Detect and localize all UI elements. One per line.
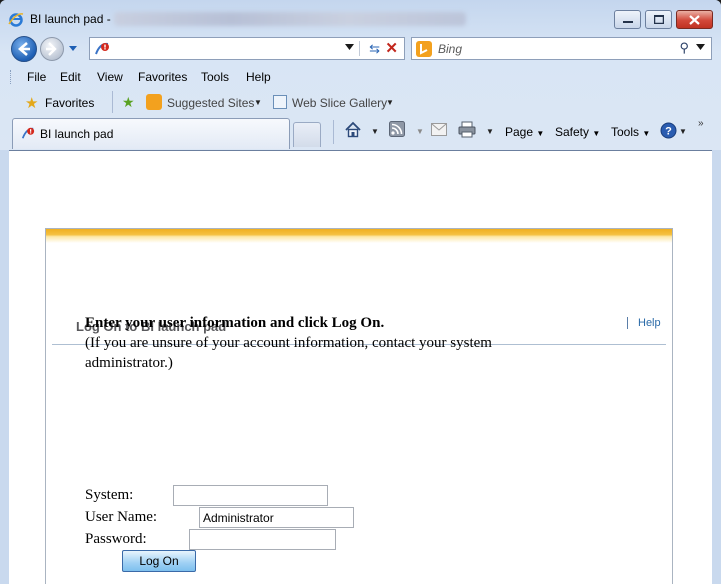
menu-view[interactable]: View xyxy=(97,70,123,84)
search-options-dropdown-icon[interactable] xyxy=(696,44,705,50)
window-title: BI launch pad - xyxy=(30,12,111,26)
instruction-note: (If you are unsure of your account infor… xyxy=(85,335,492,371)
logon-instructions: Enter your user information and click Lo… xyxy=(85,313,525,373)
title-bar: BI launch pad - xyxy=(0,0,721,36)
search-placeholder[interactable]: Bing xyxy=(438,42,462,56)
favorites-separator xyxy=(112,91,113,113)
refresh-icon[interactable]: ⇆ xyxy=(369,41,380,57)
minimize-icon xyxy=(622,20,633,23)
username-input[interactable]: Administrator xyxy=(199,507,354,528)
maximize-button[interactable] xyxy=(645,10,672,29)
suggested-sites-link[interactable]: Suggested Sites xyxy=(167,96,254,110)
menu-edit[interactable]: Edit xyxy=(60,70,81,84)
help-dropdown-icon[interactable]: ▼ xyxy=(679,127,687,136)
add-to-favorites-icon[interactable]: ★ xyxy=(122,94,135,111)
web-slice-dropdown-icon[interactable]: ▼ xyxy=(386,98,394,107)
minimize-button[interactable] xyxy=(614,10,641,29)
more-commands-chevron-icon[interactable]: » xyxy=(698,118,704,129)
menu-file[interactable]: File xyxy=(27,70,46,84)
search-box[interactable]: Bing ⚲ xyxy=(411,37,712,60)
help-icon[interactable]: ? xyxy=(660,122,677,139)
logon-button[interactable]: Log On xyxy=(122,550,196,572)
username-label: User Name: xyxy=(85,509,158,525)
favorites-bar: ★ Favorites ★ Suggested Sites ▼ Web Slic… xyxy=(8,89,712,115)
page-viewport: Log On to BI launch pad Help Enter your … xyxy=(9,150,712,584)
header-band xyxy=(46,229,672,243)
address-dropdown-icon[interactable] xyxy=(345,44,354,50)
menu-grip xyxy=(10,70,13,84)
new-tab-button[interactable] xyxy=(293,122,321,147)
internet-explorer-icon xyxy=(8,13,24,27)
forward-button[interactable] xyxy=(40,37,64,61)
help-link[interactable]: Help xyxy=(627,317,661,329)
command-bar-separator xyxy=(333,120,334,144)
favorites-star-icon[interactable]: ★ xyxy=(25,94,38,112)
page-error-icon xyxy=(95,42,109,55)
web-slice-icon[interactable] xyxy=(273,95,287,109)
print-icon[interactable] xyxy=(458,121,476,138)
tab-bi-launch-pad[interactable]: BI launch pad xyxy=(12,118,290,149)
maximize-icon xyxy=(653,15,664,24)
page-menu-label: Page xyxy=(505,125,534,139)
tools-menu-label: Tools xyxy=(611,125,640,139)
close-icon xyxy=(689,14,700,25)
address-separator xyxy=(359,41,360,56)
svg-text:?: ? xyxy=(665,126,672,138)
menu-help[interactable]: Help xyxy=(246,70,271,84)
back-button[interactable] xyxy=(11,36,37,62)
stop-icon[interactable]: ✕ xyxy=(385,39,398,57)
redacted-title xyxy=(114,12,466,26)
tab-row: BI launch pad ▼ ▼ ▼ Page ▼ Safety ▼ Tool… xyxy=(0,117,721,149)
tab-label: BI launch pad xyxy=(40,127,114,141)
password-input[interactable] xyxy=(189,529,336,550)
search-icon[interactable]: ⚲ xyxy=(679,40,689,56)
suggested-sites-icon[interactable] xyxy=(146,94,162,110)
suggested-sites-dropdown-icon[interactable]: ▼ xyxy=(254,98,262,107)
print-dropdown-icon[interactable]: ▼ xyxy=(486,127,494,136)
system-input[interactable] xyxy=(173,485,328,506)
home-dropdown-icon[interactable]: ▼ xyxy=(371,127,379,136)
menu-tools[interactable]: Tools xyxy=(201,70,229,84)
forward-arrow-icon xyxy=(46,42,57,56)
address-bar[interactable]: ⇆ ✕ xyxy=(89,37,405,60)
back-arrow-icon xyxy=(18,42,30,56)
browser-window: BI launch pad - ⇆ ✕ Bing ⚲ File Edit Vie… xyxy=(0,0,721,584)
menu-bar: File Edit View Favorites Tools Help xyxy=(8,66,712,88)
web-slice-gallery-link[interactable]: Web Slice Gallery xyxy=(292,96,387,110)
home-icon[interactable] xyxy=(344,121,362,139)
page-menu[interactable]: Page ▼ xyxy=(505,125,544,139)
recent-pages-dropdown-icon[interactable] xyxy=(68,45,78,52)
menu-favorites[interactable]: Favorites xyxy=(138,70,187,84)
close-button[interactable] xyxy=(676,10,713,29)
instruction-heading: Enter your user information and click Lo… xyxy=(85,315,385,331)
favorites-button[interactable]: Favorites xyxy=(45,96,94,110)
read-mail-icon[interactable] xyxy=(431,123,447,136)
feeds-icon[interactable] xyxy=(389,121,405,137)
bing-logo-icon xyxy=(416,41,432,57)
password-label: Password: xyxy=(85,531,147,547)
feeds-dropdown-icon[interactable]: ▼ xyxy=(416,127,424,136)
tab-error-favicon-icon xyxy=(21,127,35,139)
safety-menu-label: Safety xyxy=(555,125,590,139)
tools-menu[interactable]: Tools ▼ xyxy=(611,125,650,139)
safety-menu[interactable]: Safety ▼ xyxy=(555,125,600,139)
system-label: System: xyxy=(85,487,134,503)
